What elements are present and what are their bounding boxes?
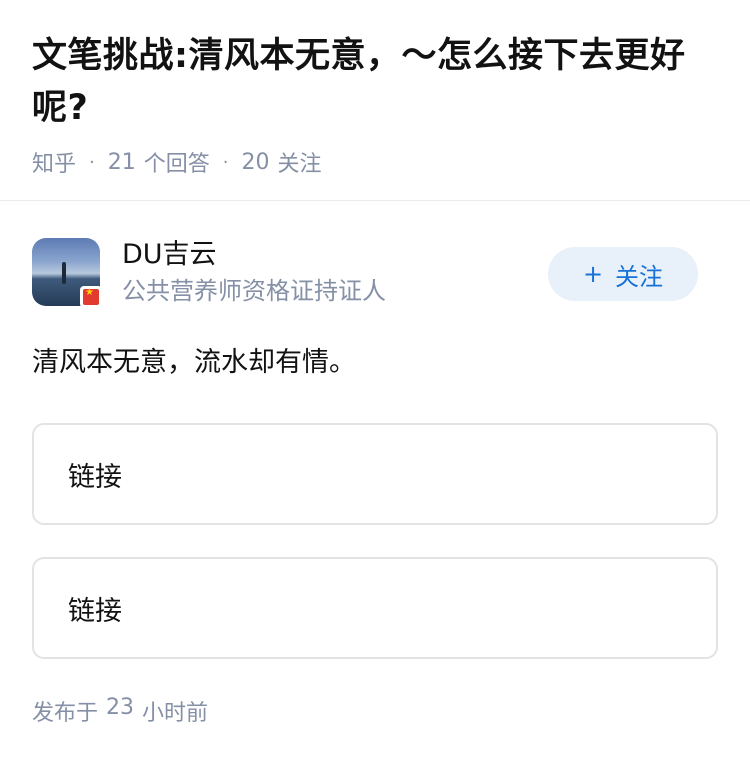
follower-count: 20 xyxy=(241,149,270,175)
author-row: DU吉云 公共营养师资格证持证人 + 关注 xyxy=(32,237,718,308)
source-label[interactable]: 知乎 xyxy=(32,146,76,178)
plus-icon: + xyxy=(582,260,604,288)
publish-prefix: 发布于 xyxy=(32,701,99,726)
page: 文笔挑战:清风本无意，～怎么接下去更好呢? 知乎 · 21 个回答 · 20 关… xyxy=(0,0,750,758)
avatar[interactable] xyxy=(32,238,102,308)
answer-count-label: 个回答 xyxy=(143,152,210,177)
author-name[interactable]: DU吉云 xyxy=(122,237,386,273)
meta-separator: · xyxy=(222,151,229,173)
answer-count: 21 xyxy=(107,149,136,175)
publish-time: 发布于 23 小时前 xyxy=(32,695,718,727)
question-header: 文笔挑战:清风本无意，～怎么接下去更好呢? 知乎 · 21 个回答 · 20 关… xyxy=(0,0,750,201)
link-card[interactable]: 链接 xyxy=(32,423,718,525)
publish-suffix: 小时前 xyxy=(142,701,209,726)
answer-text: 清风本无意，流水却有情。 xyxy=(32,347,356,378)
link-card[interactable]: 链接 xyxy=(32,557,718,659)
author-info: DU吉云 公共营养师资格证持证人 xyxy=(122,237,386,307)
follow-button[interactable]: + 关注 xyxy=(548,247,698,301)
publish-number: 23 xyxy=(106,695,135,720)
answer-card: DU吉云 公共营养师资格证持证人 + 关注 清风本无意，流水却有情。 链接 链接… xyxy=(0,201,750,727)
author-headline: 公共营养师资格证持证人 xyxy=(122,277,386,305)
avatar-figure xyxy=(62,262,66,284)
meta-separator: · xyxy=(89,151,95,173)
flag-badge-icon xyxy=(80,286,102,308)
question-meta: 知乎 · 21 个回答 · 20 关注 xyxy=(32,144,718,180)
follower-count-label: 关注 xyxy=(277,152,322,177)
question-title[interactable]: 文笔挑战:清风本无意，～怎么接下去更好呢? xyxy=(32,30,718,134)
follow-button-label: 关注 xyxy=(615,262,664,291)
